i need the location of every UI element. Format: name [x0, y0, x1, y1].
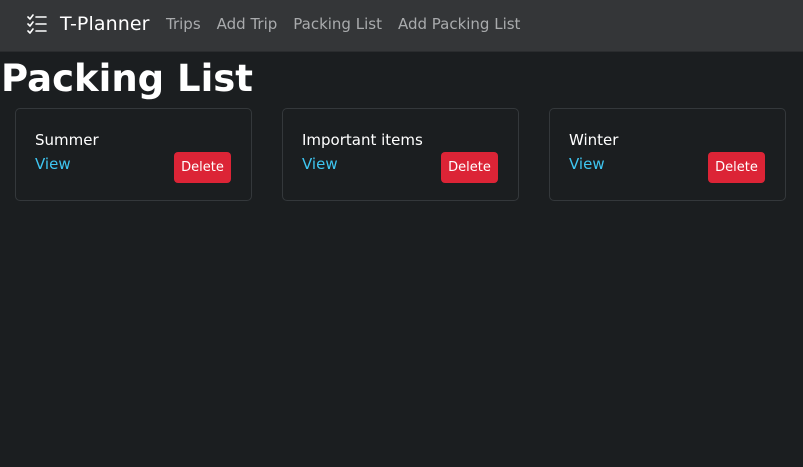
- navbar: T-Planner Trips Add Trip Packing List Ad…: [0, 0, 803, 52]
- card-title: Important items: [302, 131, 423, 149]
- card-title: Winter: [569, 131, 619, 149]
- packing-list-card: Important items View Delete: [282, 108, 519, 201]
- brand-name: T-Planner: [60, 13, 150, 35]
- nav-link-packing-list[interactable]: Packing List: [293, 15, 382, 33]
- checklist-icon: [27, 14, 47, 34]
- brand[interactable]: T-Planner: [27, 10, 150, 38]
- delete-button[interactable]: Delete: [441, 152, 498, 183]
- nav-link-trips[interactable]: Trips: [166, 15, 201, 33]
- delete-button[interactable]: Delete: [174, 152, 231, 183]
- packing-list-card: Winter View Delete: [549, 108, 786, 201]
- card-title: Summer: [35, 131, 99, 149]
- view-link[interactable]: View: [569, 155, 605, 173]
- page-title: Packing List: [1, 57, 253, 100]
- view-link[interactable]: View: [35, 155, 71, 173]
- nav-link-add-trip[interactable]: Add Trip: [217, 15, 278, 33]
- nav-link-add-packing-list[interactable]: Add Packing List: [398, 15, 521, 33]
- nav-links: Trips Add Trip Packing List Add Packing …: [166, 13, 536, 35]
- view-link[interactable]: View: [302, 155, 338, 173]
- packing-list-card: Summer View Delete: [15, 108, 252, 201]
- delete-button[interactable]: Delete: [708, 152, 765, 183]
